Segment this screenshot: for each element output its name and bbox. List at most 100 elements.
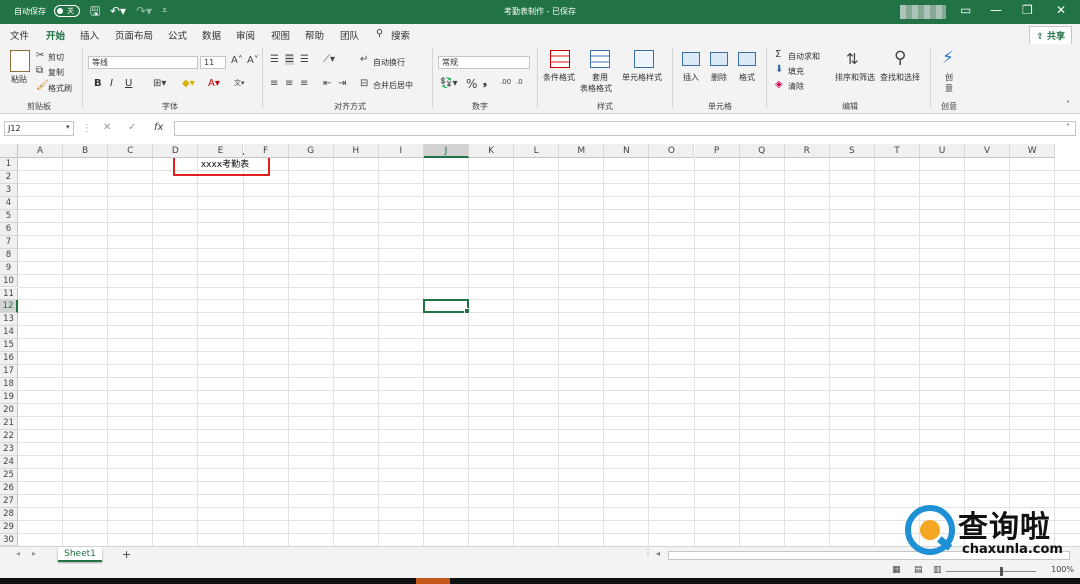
- align-middle-icon[interactable]: ☰: [285, 54, 294, 65]
- row-header-7[interactable]: 7: [0, 235, 18, 249]
- minimize-icon[interactable]: —: [990, 3, 1002, 17]
- column-header-a[interactable]: A: [18, 144, 64, 158]
- tab-data[interactable]: 数据: [202, 28, 221, 42]
- font-size-select[interactable]: 11: [200, 56, 226, 69]
- format-painter-icon[interactable]: 🖌: [36, 80, 49, 91]
- insert-function-icon[interactable]: fx: [154, 122, 163, 133]
- row-header-2[interactable]: 2: [0, 170, 18, 184]
- format-cells-button[interactable]: 格式: [739, 72, 755, 83]
- merge-center-icon[interactable]: ⊟: [360, 78, 368, 89]
- row-header-20[interactable]: 20: [0, 404, 18, 417]
- currency-icon[interactable]: 💱▾: [440, 78, 457, 89]
- column-header-m[interactable]: M: [559, 144, 605, 158]
- tab-split-icon[interactable]: ⋮: [643, 548, 653, 559]
- wrap-text-icon[interactable]: ↵: [360, 54, 368, 65]
- normal-view-icon[interactable]: ▦: [892, 565, 901, 575]
- column-header-b[interactable]: B: [63, 144, 109, 158]
- column-header-t[interactable]: T: [874, 144, 920, 158]
- percent-icon[interactable]: %: [466, 77, 477, 91]
- italic-button[interactable]: I: [110, 78, 113, 89]
- row-header-14[interactable]: 14: [0, 326, 18, 340]
- format-as-table-button[interactable]: 套用: [592, 72, 608, 83]
- cell-styles-button[interactable]: 单元格样式: [622, 72, 662, 83]
- row-header-29[interactable]: 29: [0, 520, 18, 534]
- column-header-g[interactable]: G: [288, 144, 334, 158]
- orientation-icon[interactable]: ⟋▾: [323, 54, 335, 65]
- sort-filter-icon[interactable]: ⇅: [846, 50, 859, 68]
- conditional-format-icon[interactable]: [550, 50, 570, 68]
- conditional-format-button[interactable]: 条件格式: [543, 72, 575, 83]
- row-header-25[interactable]: 25: [0, 468, 18, 482]
- border-icon[interactable]: ⊞▾: [153, 78, 166, 89]
- add-sheet-icon[interactable]: +: [122, 548, 131, 561]
- column-header-f[interactable]: F: [243, 144, 289, 158]
- number-format-select[interactable]: 常规: [438, 56, 530, 69]
- tab-formulas[interactable]: 公式: [168, 28, 187, 42]
- scroll-left-icon[interactable]: ◂: [656, 549, 660, 558]
- column-header-d[interactable]: D: [153, 144, 199, 158]
- row-header-24[interactable]: 24: [0, 455, 18, 469]
- clear-button[interactable]: 清除: [788, 81, 804, 92]
- cancel-icon[interactable]: ✕: [103, 122, 111, 133]
- format-as-table-icon[interactable]: [590, 50, 610, 68]
- fill-icon[interactable]: ⬇: [775, 64, 783, 75]
- ribbon-display-icon[interactable]: ▭: [960, 3, 971, 17]
- fill-color-icon[interactable]: ◆▾: [182, 78, 195, 89]
- insert-cells-icon[interactable]: [682, 52, 700, 66]
- enter-icon[interactable]: ✓: [128, 122, 136, 133]
- name-box[interactable]: J12: [4, 121, 74, 136]
- align-left-icon[interactable]: ≡: [270, 78, 278, 89]
- tab-page-layout[interactable]: 页面布局: [115, 28, 153, 42]
- increase-decimal-icon[interactable]: .00: [500, 78, 511, 86]
- maximize-icon[interactable]: ❐: [1022, 3, 1033, 17]
- column-header-u[interactable]: U: [920, 144, 966, 158]
- font-color-icon[interactable]: A▾: [208, 78, 220, 89]
- column-header-l[interactable]: L: [514, 144, 560, 158]
- row-header-8[interactable]: 8: [0, 248, 18, 262]
- row-header-30[interactable]: 30: [0, 533, 18, 546]
- ideas-icon[interactable]: ⚡: [942, 48, 954, 68]
- row-header-13[interactable]: 13: [0, 313, 18, 327]
- format-painter-button[interactable]: 格式刷: [48, 83, 72, 94]
- align-center-icon[interactable]: ≡: [285, 78, 293, 89]
- autosum-button[interactable]: 自动求和: [788, 51, 820, 62]
- copy-icon[interactable]: ⧉: [36, 65, 43, 76]
- tab-team[interactable]: 团队: [340, 28, 359, 42]
- format-cells-icon[interactable]: [738, 52, 756, 66]
- insert-cells-button[interactable]: 插入: [683, 72, 699, 83]
- zoom-slider-thumb[interactable]: [1000, 567, 1003, 576]
- cell-styles-icon[interactable]: [634, 50, 654, 68]
- zoom-level[interactable]: 100%: [1051, 565, 1074, 574]
- close-icon[interactable]: ✕: [1056, 3, 1066, 17]
- column-header-i[interactable]: I: [378, 144, 424, 158]
- cut-icon[interactable]: ✂: [36, 50, 44, 61]
- page-break-view-icon[interactable]: ▥: [933, 565, 942, 575]
- tab-file[interactable]: 文件: [10, 28, 29, 42]
- row-header-11[interactable]: 11: [0, 287, 18, 301]
- column-header-j[interactable]: J: [423, 144, 469, 158]
- align-top-icon[interactable]: ☰: [270, 54, 279, 65]
- column-header-h[interactable]: H: [333, 144, 379, 158]
- column-header-r[interactable]: R: [784, 144, 830, 158]
- clear-icon[interactable]: ◈: [775, 79, 783, 90]
- paste-button[interactable]: 粘贴: [11, 74, 27, 85]
- column-header-e[interactable]: E: [198, 144, 244, 158]
- formula-input[interactable]: [174, 121, 1076, 136]
- row-header-26[interactable]: 26: [0, 481, 18, 495]
- sort-filter-button[interactable]: 排序和筛选: [835, 72, 875, 83]
- column-header-k[interactable]: K: [469, 144, 515, 158]
- taskbar-active-app[interactable]: [416, 578, 450, 584]
- row-header-1[interactable]: 1: [0, 158, 18, 171]
- fill-button[interactable]: 填充: [788, 66, 804, 77]
- row-header-27[interactable]: 27: [0, 494, 18, 508]
- zoom-slider[interactable]: [946, 571, 1036, 572]
- row-header-18[interactable]: 18: [0, 378, 18, 392]
- decrease-font-icon[interactable]: A˅: [247, 55, 259, 66]
- paste-icon[interactable]: [10, 50, 30, 72]
- column-header-v[interactable]: V: [965, 144, 1011, 158]
- sheet-tab-sheet1[interactable]: Sheet1: [58, 547, 102, 562]
- delete-cells-icon[interactable]: [710, 52, 728, 66]
- name-box-dropdown-icon[interactable]: ▾: [66, 123, 70, 131]
- row-header-6[interactable]: 6: [0, 222, 18, 236]
- account-avatar[interactable]: [900, 5, 946, 19]
